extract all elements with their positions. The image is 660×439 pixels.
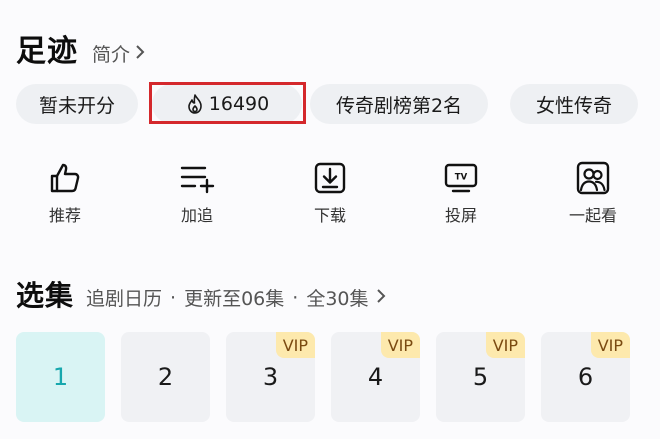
episode-number: 1 [52,363,69,391]
episodes-header: 选集 追剧日历 · 更新至06集 · 全30集 [16,274,387,314]
tag-rating[interactable]: 暂未开分 [16,84,138,124]
episodes-title: 选集 [16,279,75,312]
chevron-right-icon [134,43,146,65]
tag-label: 16490 [208,93,270,115]
episode-item[interactable]: 6 VIP [541,332,630,422]
update-label: 更新至06集 [184,288,285,310]
episode-number: 2 [157,363,174,391]
episode-grid: 1 2 3 VIP 4 VIP 5 VIP 6 VIP [16,332,660,439]
episode-item[interactable]: 2 [121,332,210,422]
episode-number: 4 [367,363,384,391]
tag-label: 暂未开分 [38,94,115,117]
recommend-button[interactable]: 推荐 [25,160,105,226]
download-button[interactable]: 下载 [290,160,370,226]
add-list-icon [180,166,215,194]
watch-together-icon [576,161,610,195]
watch-together-button[interactable]: 一起看 [553,160,633,226]
tag-heat[interactable]: 16490 [152,84,302,124]
tv-cast-icon: TV [444,163,478,193]
total-label: 全30集 [306,288,369,310]
action-bar: 推荐 加追 下载 TV 投屏 一起看 [0,160,660,230]
separator: · [292,286,299,309]
flame-icon [185,93,205,115]
chevron-right-icon [375,287,387,309]
vip-badge: VIP [275,332,315,358]
thumbs-up-icon [50,163,80,193]
tag-label: 传奇剧榜第2名 [335,94,463,117]
action-label: 下载 [313,206,346,225]
intro-link[interactable]: 简介 [92,40,146,67]
tag-label: 女性传奇 [535,94,612,117]
add-follow-button[interactable]: 加追 [157,160,237,226]
download-icon [314,162,346,194]
episodes-meta-link[interactable]: 追剧日历 · 更新至06集 · 全30集 [86,284,386,311]
action-label: 投屏 [444,206,477,225]
episode-item[interactable]: 3 VIP [226,332,315,422]
calendar-label: 追剧日历 [86,288,163,310]
vip-badge: VIP [590,332,630,358]
episode-item[interactable]: 5 VIP [436,332,525,422]
action-label: 推荐 [48,206,81,225]
episode-number: 3 [262,363,279,391]
cast-button[interactable]: TV 投屏 [421,160,501,226]
action-label: 一起看 [568,206,617,225]
episode-item[interactable]: 4 VIP [331,332,420,422]
vip-badge: VIP [485,332,525,358]
episode-number: 6 [577,363,594,391]
vip-badge: VIP [380,332,420,358]
episode-item[interactable]: 1 [16,332,105,422]
episode-number: 5 [472,363,489,391]
separator: · [170,286,177,309]
page-title: 足迹 [16,34,78,69]
tag-row: 暂未开分 16490 传奇剧榜第2名 女性传奇 [16,84,660,124]
intro-label: 简介 [92,44,131,66]
svg-text:TV: TV [455,173,468,183]
tag-ranking[interactable]: 传奇剧榜第2名 [310,84,488,124]
tag-genre[interactable]: 女性传奇 [510,84,638,124]
title-row: 足迹 简介 [16,26,146,70]
action-label: 加追 [180,206,213,225]
